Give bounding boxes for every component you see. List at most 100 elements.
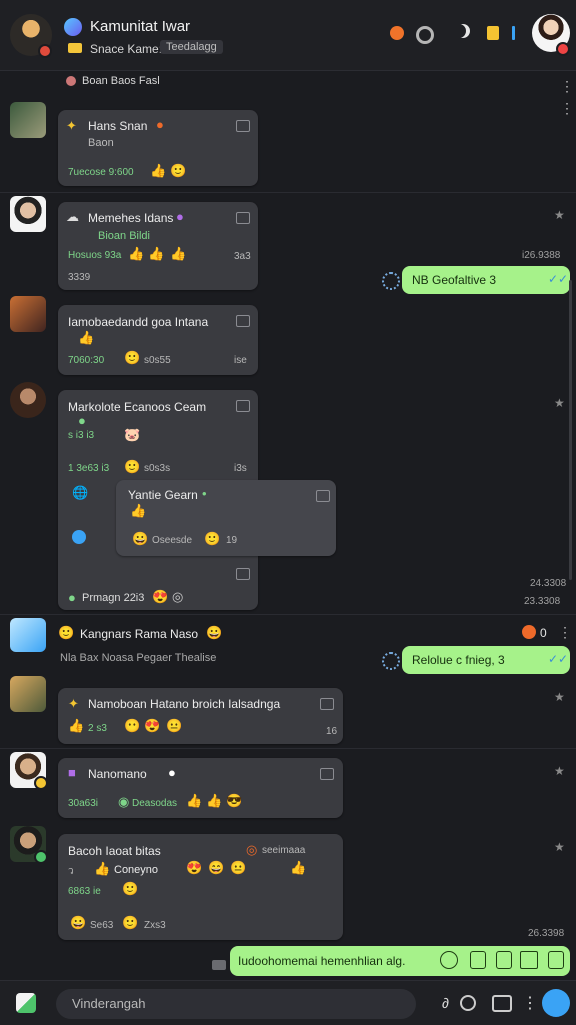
star-icon[interactable]: ★ <box>554 840 565 854</box>
message-meta: Hosuos 93a <box>68 250 122 261</box>
message-author: Bacoh Iaoat bitas <box>68 844 161 858</box>
reaction-count: ise <box>234 355 247 366</box>
timer-icon[interactable] <box>460 995 476 1011</box>
message-input[interactable]: Vinderangah <box>56 989 416 1019</box>
leaf-icon: ● <box>68 590 76 605</box>
channel-subtitle: Nla Bax Noasa Pegaer Thealise <box>60 652 217 664</box>
message-bubble[interactable]: ☁ Memehes Idans ● Bioan Bildi Hosuos 93a… <box>58 202 258 290</box>
thumbs-icon: 👍 <box>94 861 111 876</box>
message-meta-secondary: Deasodas <box>132 798 178 809</box>
outgoing-text: Relolue c fnieg, 3 <box>412 653 505 667</box>
bubble-icon: ● <box>168 765 176 780</box>
message-meta-secondary: s0s3s <box>144 463 171 474</box>
reply-index: ว <box>68 866 74 877</box>
avatar[interactable] <box>10 102 46 138</box>
status-badge <box>34 776 48 790</box>
message-bubble[interactable]: ✦ Namoboan Hatano broich Ialsadnga 👍 2 s… <box>58 688 343 744</box>
reply-icon[interactable] <box>382 652 400 670</box>
star-icon[interactable]: ★ <box>554 208 565 222</box>
message-extra: Zxs3 <box>144 920 166 931</box>
star-icon[interactable]: ★ <box>554 690 565 704</box>
message-meta-secondary: Se63 <box>90 920 114 931</box>
message-author: Memehes Idans <box>88 211 174 225</box>
outgoing-message[interactable]: Iudoohomemai hemenhlian alg. <box>230 946 570 976</box>
reply-action-icon[interactable] <box>470 951 486 969</box>
star-icon[interactable]: ★ <box>554 764 565 778</box>
more-icon[interactable]: ⋮ <box>558 624 572 641</box>
message-meta: 30a63i <box>68 798 99 809</box>
divider <box>0 192 576 193</box>
message-author: Hans Snan <box>88 119 148 133</box>
face-icon: 😀 <box>206 625 223 640</box>
face-icon: 😎 <box>226 793 243 808</box>
outgoing-message[interactable]: NB Geofaltive 3 ✓✓ <box>402 266 570 294</box>
message-line: Baon <box>88 137 114 149</box>
scrollbar[interactable] <box>569 280 572 580</box>
message-line: s i3 i3 <box>68 430 95 441</box>
message-meta-secondary: s0s55 <box>144 355 171 366</box>
expand-icon[interactable] <box>236 120 250 132</box>
reply-icon[interactable] <box>382 272 400 290</box>
smile-icon: 🙂 <box>170 163 187 178</box>
send-icon[interactable] <box>542 989 570 1017</box>
fire-icon[interactable] <box>390 26 404 40</box>
face-icon: 😐 <box>230 860 247 875</box>
message-bubble[interactable]: Bacoh Iaoat bitas ◎ seeimaaa ว 👍 Coneyno… <box>58 834 343 940</box>
message-meta: 7uecose 9:600 <box>68 167 134 178</box>
expand-icon[interactable] <box>236 315 250 327</box>
voice-icon[interactable]: ∂ <box>442 995 449 1011</box>
face-icon: 😐 <box>166 718 183 733</box>
cat-icon: ☁ <box>66 209 79 224</box>
message-meta: 2 s3 <box>88 723 107 734</box>
clock-icon: ◎ <box>172 589 184 604</box>
reaction-emoji-icon[interactable] <box>440 951 458 969</box>
message-author: Nanomano <box>88 767 147 781</box>
group-status-badge <box>38 44 52 58</box>
edit-icon[interactable] <box>212 960 226 970</box>
message-line: Bioan Bildi <box>98 230 150 242</box>
more-icon[interactable]: ⋮ <box>560 78 574 95</box>
avatar[interactable] <box>10 676 46 712</box>
thumbs-icon: 👍 <box>130 503 147 518</box>
outgoing-text: Iudoohomemai hemenhlian alg. <box>238 954 406 968</box>
copy-icon[interactable] <box>496 951 512 969</box>
subtitle-tag[interactable]: Teedalagg <box>160 40 223 54</box>
camera-icon[interactable] <box>492 995 512 1012</box>
expand-icon[interactable] <box>236 568 250 580</box>
expand-icon[interactable] <box>320 698 334 710</box>
chat-header: Kamunitat Iwar Snace Kame: Teedalagg <box>0 0 576 71</box>
more-icon[interactable]: ⋮ <box>560 100 574 117</box>
message-bubble[interactable]: Iamobaedandd goa Intana 👍 7060:30 🙂 s0s5… <box>58 305 258 375</box>
reaction-count: 3a3 <box>234 251 251 262</box>
face-icon: 😄 <box>208 860 225 875</box>
leaf-icon: ● <box>78 413 86 428</box>
flame-icon: ● <box>156 117 164 132</box>
avatar[interactable] <box>10 382 46 418</box>
forward-icon[interactable] <box>520 951 538 969</box>
face-icon: 🙂 <box>122 915 139 930</box>
reply-count: 19 <box>226 535 238 546</box>
composer-bar: Vinderangah ∂ ⋮ <box>0 980 576 1025</box>
expand-icon[interactable] <box>320 768 334 780</box>
settings-icon[interactable] <box>416 26 434 44</box>
attach-icon[interactable] <box>16 993 36 1013</box>
message-author: Markolote Ecanoos Ceam <box>68 400 207 414</box>
expand-icon[interactable] <box>316 490 330 502</box>
more-icon[interactable] <box>512 26 515 40</box>
avatar[interactable] <box>10 296 46 332</box>
star-icon[interactable]: ★ <box>554 396 565 410</box>
more-icon[interactable]: ⋮ <box>522 993 538 1013</box>
outgoing-message[interactable]: Relolue c fnieg, 3 ✓✓ <box>402 646 570 674</box>
notes-icon[interactable] <box>487 26 499 40</box>
reply-bubble[interactable]: Yantie Gearn • 👍 😀 Oseesde 🙂 19 <box>116 480 336 556</box>
message-bubble[interactable]: ✦ Hans Snan ● Baon 7uecose 9:600 👍 🙂 <box>58 110 258 186</box>
channel-avatar[interactable] <box>10 618 46 652</box>
message-bubble[interactable]: ■ Nanomano ● 30a63i ◉ Deasodas 👍 👍 😎 <box>58 758 343 818</box>
reaction-count: 16 <box>326 726 338 737</box>
moon-icon[interactable] <box>452 24 466 38</box>
expand-icon[interactable] <box>236 400 250 412</box>
expand-icon[interactable] <box>236 212 250 224</box>
delete-icon[interactable] <box>548 951 564 969</box>
avatar[interactable] <box>10 196 46 232</box>
face-icon: 🙂 <box>124 350 141 365</box>
